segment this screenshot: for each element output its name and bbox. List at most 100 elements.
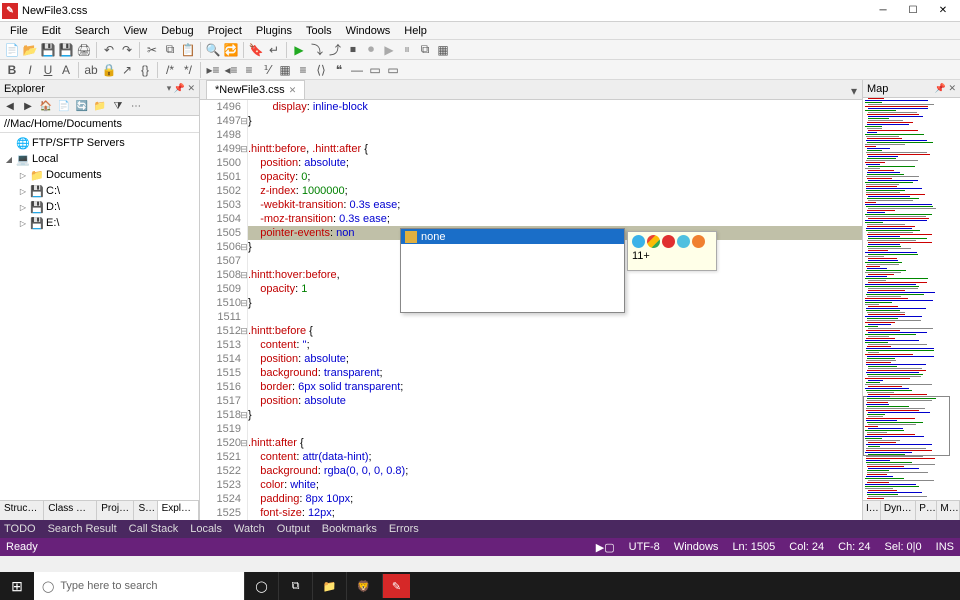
fwd-icon[interactable]: ▶ bbox=[20, 99, 36, 115]
menu-help[interactable]: Help bbox=[398, 24, 433, 38]
code-line[interactable]: ⊟.hintt:after { bbox=[248, 436, 862, 450]
image-icon[interactable]: ▭ bbox=[367, 62, 383, 78]
tab-close-icon[interactable]: ✕ bbox=[289, 85, 297, 96]
app-taskbar-icon[interactable]: ✎ bbox=[382, 574, 410, 598]
code-line[interactable]: background: transparent; bbox=[248, 366, 862, 380]
status-play-icon[interactable]: ▶▢ bbox=[596, 541, 615, 554]
justify-icon[interactable]: ≡ bbox=[295, 62, 311, 78]
status-os[interactable]: Windows bbox=[674, 541, 719, 553]
run-icon[interactable]: ▶ bbox=[291, 42, 307, 58]
close-button[interactable]: ✕ bbox=[928, 0, 958, 22]
left-tab[interactable]: Structu… bbox=[0, 501, 44, 520]
newf-icon[interactable]: 📄 bbox=[56, 99, 72, 115]
left-tab[interactable]: Proje… bbox=[97, 501, 134, 520]
copy-icon[interactable]: ⧉ bbox=[162, 42, 178, 58]
bookmark-icon[interactable]: 🔖 bbox=[248, 42, 264, 58]
save-all-icon[interactable]: 💾 bbox=[58, 42, 74, 58]
more-icon[interactable]: ⋯ bbox=[128, 99, 144, 115]
code-line[interactable] bbox=[248, 422, 862, 436]
taskview-icon[interactable]: ⧉ bbox=[278, 572, 312, 600]
tree-node[interactable]: ◢💻Local bbox=[0, 151, 199, 167]
left-tab[interactable]: S… bbox=[134, 501, 157, 520]
maximize-button[interactable]: ☐ bbox=[898, 0, 928, 22]
code-line[interactable]: z-index: 1000000; bbox=[248, 184, 862, 198]
menu-debug[interactable]: Debug bbox=[155, 24, 199, 38]
link-icon[interactable]: A bbox=[58, 62, 74, 78]
code-line[interactable]: ⊟.hintt:before { bbox=[248, 324, 862, 338]
right-tab[interactable]: P… bbox=[916, 501, 937, 520]
lock-icon[interactable]: 🔒 bbox=[101, 62, 117, 78]
indent-icon[interactable]: ▸≡ bbox=[205, 62, 221, 78]
pin-icon[interactable]: ▾ 📌 ✕ bbox=[167, 83, 195, 94]
numlist-icon[interactable]: ⅟ bbox=[259, 62, 275, 78]
editor-tab[interactable]: *NewFile3.css ✕ bbox=[206, 80, 305, 99]
menu-tools[interactable]: Tools bbox=[300, 24, 338, 38]
tree-node[interactable]: ▷💾E:\ bbox=[0, 215, 199, 231]
code-line[interactable]: padding: 8px 10px; bbox=[248, 492, 862, 506]
code-line[interactable]: font-size: 12px; bbox=[248, 506, 862, 520]
comment-icon[interactable]: /* bbox=[162, 62, 178, 78]
replace-icon[interactable]: 🔁 bbox=[223, 42, 239, 58]
cortana-icon[interactable]: ◯ bbox=[244, 572, 278, 600]
save-icon[interactable]: 💾 bbox=[40, 42, 56, 58]
right-tab[interactable]: M… bbox=[937, 501, 960, 520]
bottom-tab-call-stack[interactable]: Call Stack bbox=[129, 523, 179, 535]
bottom-tab-search-result[interactable]: Search Result bbox=[48, 523, 117, 535]
code-line[interactable]: position: absolute; bbox=[248, 156, 862, 170]
menu-windows[interactable]: Windows bbox=[340, 24, 397, 38]
back-icon[interactable]: ◀ bbox=[2, 99, 18, 115]
abc-icon[interactable]: ab bbox=[83, 62, 99, 78]
outdent-icon[interactable]: ◂≡ bbox=[223, 62, 239, 78]
code-line[interactable]: -moz-transition: 0.3s ease; bbox=[248, 212, 862, 226]
filter-icon[interactable]: ⧩ bbox=[110, 99, 126, 115]
code-line[interactable]: opacity: 0; bbox=[248, 170, 862, 184]
italic-icon[interactable]: I bbox=[22, 62, 38, 78]
status-col[interactable]: Col: 24 bbox=[789, 541, 824, 553]
code-line[interactable]: ⊟} bbox=[248, 408, 862, 422]
tree-node[interactable]: ▷💾C:\ bbox=[0, 183, 199, 199]
menu-plugins[interactable]: Plugins bbox=[250, 24, 298, 38]
code-line[interactable]: color: white; bbox=[248, 478, 862, 492]
home-icon[interactable]: 🏠 bbox=[38, 99, 54, 115]
cut-icon[interactable]: ✂ bbox=[144, 42, 160, 58]
menu-file[interactable]: File bbox=[4, 24, 34, 38]
pause-icon[interactable]: ⏸ bbox=[399, 42, 415, 58]
search-icon[interactable]: 🔍 bbox=[205, 42, 221, 58]
code-line[interactable]: -webkit-transition: 0.3s ease; bbox=[248, 198, 862, 212]
taskbar-search[interactable]: ◯ Type here to search bbox=[34, 572, 244, 600]
left-tab[interactable]: Explor… bbox=[158, 501, 199, 520]
hr-icon[interactable]: — bbox=[349, 62, 365, 78]
autocomplete-popup[interactable]: none bbox=[400, 228, 625, 313]
uncomment-icon[interactable]: */ bbox=[180, 62, 196, 78]
underline-icon[interactable]: U bbox=[40, 62, 56, 78]
print-icon[interactable]: 🖨 bbox=[76, 42, 92, 58]
tab-list-icon[interactable]: ▾ bbox=[846, 83, 862, 99]
bottom-tab-todo[interactable]: TODO bbox=[4, 523, 36, 535]
right-tab[interactable]: I… bbox=[863, 501, 881, 520]
arrow-icon[interactable]: ↗ bbox=[119, 62, 135, 78]
minimap[interactable] bbox=[863, 98, 960, 500]
build-icon[interactable]: ⧉ bbox=[417, 42, 433, 58]
bottom-tab-watch[interactable]: Watch bbox=[234, 523, 265, 535]
menu-edit[interactable]: Edit bbox=[36, 24, 67, 38]
bottom-tab-bookmarks[interactable]: Bookmarks bbox=[322, 523, 377, 535]
status-encoding[interactable]: UTF-8 bbox=[629, 541, 660, 553]
code-line[interactable]: content: attr(data-hint); bbox=[248, 450, 862, 464]
code-line[interactable]: border: 6px solid transparent; bbox=[248, 380, 862, 394]
menu-project[interactable]: Project bbox=[202, 24, 248, 38]
bottom-tab-errors[interactable]: Errors bbox=[389, 523, 419, 535]
open-icon[interactable]: 📂 bbox=[22, 42, 38, 58]
undo-icon[interactable]: ↶ bbox=[101, 42, 117, 58]
wrap-icon[interactable]: ↵ bbox=[266, 42, 282, 58]
list-icon[interactable]: ≡ bbox=[241, 62, 257, 78]
new-icon[interactable]: 📄 bbox=[4, 42, 20, 58]
minimize-button[interactable]: ─ bbox=[868, 0, 898, 22]
autocomplete-item[interactable]: none bbox=[401, 229, 624, 244]
brave-taskbar-icon[interactable]: 🦁 bbox=[346, 572, 380, 600]
code-line[interactable]: display: inline-block bbox=[248, 100, 862, 114]
status-ins[interactable]: INS bbox=[936, 541, 954, 553]
file-tree[interactable]: 🌐FTP/SFTP Servers◢💻Local▷📁Documents▷💾C:\… bbox=[0, 133, 199, 500]
grid-icon[interactable]: ▦ bbox=[435, 42, 451, 58]
tree-node[interactable]: ▷📁Documents bbox=[0, 167, 199, 183]
menu-view[interactable]: View bbox=[118, 24, 154, 38]
